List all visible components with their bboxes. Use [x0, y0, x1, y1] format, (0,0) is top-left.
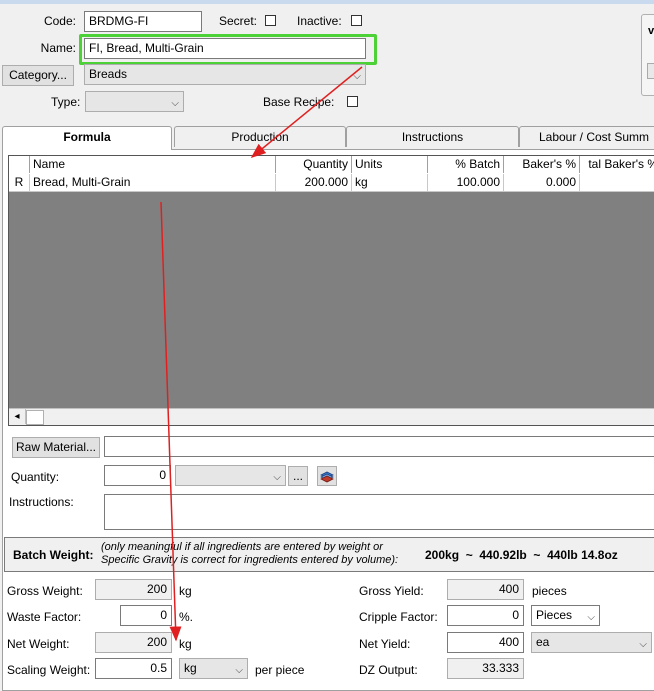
gross-weight-field: 200	[95, 579, 172, 600]
quantity-field[interactable]: 0	[104, 465, 171, 486]
column-header-name[interactable]: Name	[30, 156, 276, 173]
chevron-down-icon: ⌵	[639, 639, 647, 650]
secret-checkbox[interactable]	[265, 15, 276, 26]
chevron-down-icon: ⌵	[353, 71, 361, 82]
tab-instructions[interactable]: Instructions	[346, 126, 519, 147]
category-value: Breads	[89, 67, 128, 81]
dz-output-field: 33.333	[447, 658, 524, 679]
grid-header-marker	[9, 156, 30, 173]
scroll-thumb[interactable]	[26, 410, 44, 425]
cripple-factor-field[interactable]: 0	[447, 605, 524, 626]
batch-weight-value: 200kg ~ 440.92lb ~ 440lb 14.8oz	[425, 548, 618, 562]
cripple-factor-label: Cripple Factor:	[359, 610, 438, 624]
instructions-field[interactable]	[104, 494, 654, 530]
chevron-down-icon: ⌵	[273, 472, 281, 483]
scaling-weight-label: Scaling Weight:	[7, 663, 91, 677]
quantity-label: Quantity:	[11, 470, 60, 484]
name-label: Name:	[40, 41, 76, 55]
database-icon[interactable]	[317, 466, 337, 486]
ingredient-grid[interactable]: Name Quantity Units % Batch Baker's % ta…	[8, 155, 654, 426]
base-recipe-label: Base Recipe:	[263, 95, 335, 109]
column-header-units[interactable]: Units	[352, 156, 428, 173]
net-weight-field: 200	[95, 632, 172, 653]
instructions-label: Instructions:	[9, 495, 74, 509]
net-yield-unit-value: ea	[536, 635, 550, 649]
raw-material-button[interactable]: Raw Material...	[12, 437, 100, 458]
code-field[interactable]: BRDMG-FI	[84, 11, 202, 32]
cripple-unit-value: Pieces	[536, 608, 573, 622]
chevron-down-icon: ⌵	[587, 612, 595, 623]
gross-weight-label: Gross Weight:	[7, 584, 83, 598]
batch-weight-label: Batch Weight:	[13, 548, 94, 562]
scaling-unit-select[interactable]: kg ⌵	[179, 658, 248, 679]
secret-label: Secret:	[219, 14, 258, 28]
column-header-quantity[interactable]: Quantity	[276, 156, 352, 173]
gross-yield-label: Gross Yield:	[359, 584, 424, 598]
net-yield-label: Net Yield:	[359, 637, 411, 651]
row-name[interactable]: Bread, Multi-Grain	[30, 174, 276, 191]
net-yield-field[interactable]: 400	[447, 632, 524, 653]
waste-factor-label: Waste Factor:	[7, 610, 82, 624]
table-row[interactable]: R Bread, Multi-Grain 200.000 kg 100.000 …	[9, 174, 654, 192]
column-header-bakers[interactable]: Baker's %	[504, 156, 580, 173]
waste-factor-field[interactable]: 0	[120, 605, 172, 626]
category-button[interactable]: Category...	[2, 65, 74, 86]
column-header-batch[interactable]: % Batch	[428, 156, 504, 173]
type-select[interactable]: ⌵	[85, 91, 184, 112]
scaling-weight-field[interactable]: 0.5	[95, 658, 172, 679]
grid-header: Name Quantity Units % Batch Baker's % ta…	[9, 156, 654, 175]
base-recipe-checkbox[interactable]	[347, 96, 358, 107]
inactive-label: Inactive:	[297, 14, 342, 28]
side-panel-edge: v	[641, 14, 654, 96]
raw-material-field[interactable]	[104, 436, 654, 457]
tab-labour-cost[interactable]: Labour / Cost Summ	[519, 126, 654, 147]
tab-production[interactable]: Production	[174, 126, 346, 147]
net-yield-unit-select[interactable]: ea ⌵	[531, 632, 652, 653]
horizontal-scrollbar[interactable]: ◂	[9, 408, 654, 425]
row-total-bakers[interactable]	[580, 174, 654, 191]
ellipsis-button[interactable]: ...	[288, 466, 308, 486]
net-weight-unit: kg	[179, 637, 192, 651]
type-label: Type:	[51, 95, 81, 109]
side-panel-button[interactable]	[647, 63, 654, 79]
waste-factor-unit: %.	[179, 610, 194, 624]
category-select[interactable]: Breads ⌵	[84, 64, 366, 85]
code-label: Code:	[43, 14, 76, 28]
window-top-strip	[0, 0, 654, 4]
row-bakers[interactable]: 0.000	[504, 174, 580, 191]
quantity-unit-select[interactable]: ⌵	[175, 465, 286, 486]
name-field[interactable]: FI, Bread, Multi-Grain	[84, 38, 366, 59]
scroll-left-icon[interactable]: ◂	[9, 409, 26, 424]
side-panel-glyph: v	[648, 25, 654, 37]
net-weight-label: Net Weight:	[7, 637, 70, 651]
chevron-down-icon: ⌵	[235, 665, 243, 676]
gross-yield-unit: pieces	[532, 584, 567, 598]
row-batch[interactable]: 100.000	[428, 174, 504, 191]
cripple-unit-select[interactable]: Pieces ⌵	[531, 605, 600, 626]
row-quantity[interactable]: 200.000	[276, 174, 352, 191]
inactive-checkbox[interactable]	[351, 15, 362, 26]
chevron-down-icon: ⌵	[171, 98, 179, 109]
batch-weight-box: Batch Weight: (only meaningful if all in…	[4, 537, 654, 572]
row-units[interactable]: kg	[352, 174, 428, 191]
gross-yield-field: 400	[447, 579, 524, 600]
tab-formula[interactable]: Formula	[2, 126, 172, 150]
gross-weight-unit: kg	[179, 584, 192, 598]
column-header-total-bakers[interactable]: tal Baker's %	[580, 156, 654, 173]
batch-weight-note: (only meaningful if all ingredients are …	[101, 541, 399, 566]
dz-output-label: DZ Output:	[359, 663, 418, 677]
row-marker: R	[9, 174, 30, 191]
per-piece-label: per piece	[255, 663, 305, 677]
scaling-unit-value: kg	[184, 661, 197, 675]
